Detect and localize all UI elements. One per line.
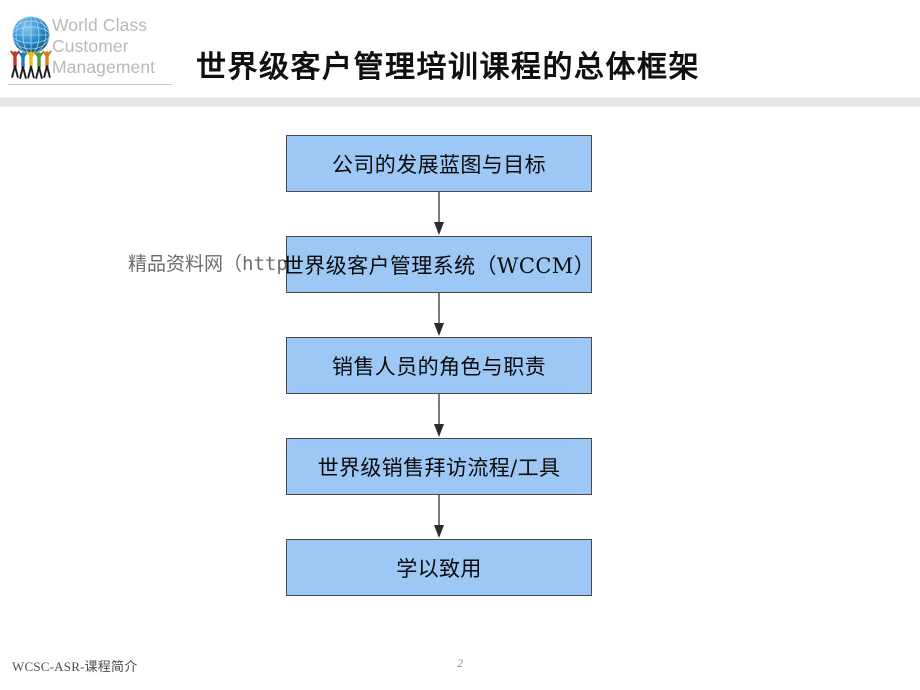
brand-wordmark-line-2: Customer: [52, 36, 129, 56]
flow-step-3[interactable]: 销售人员的角色与职责: [286, 337, 592, 394]
flow-step-1-label: 公司的发展蓝图与目标: [332, 152, 546, 177]
brand-wordmark-line-3: Management: [52, 57, 156, 77]
flow-step-1[interactable]: 公司的发展蓝图与目标: [286, 135, 592, 192]
process-flow-diagram: 公司的发展蓝图与目标 世界级客户管理系统（WCCM） 销售人员的角色与职责 世界…: [0, 105, 920, 630]
logo-underline-divider: [8, 84, 172, 85]
flow-step-5-label: 学以致用: [396, 556, 482, 581]
flow-step-4-label: 世界级销售拜访流程/工具: [317, 455, 561, 480]
brand-wordmark-line-1: World Class: [52, 15, 148, 35]
flow-step-4[interactable]: 世界级销售拜访流程/工具: [286, 438, 592, 495]
flow-arrow-2-to-3: [434, 293, 444, 336]
flow-arrow-1-to-2: [434, 192, 444, 235]
brand-logo: World Class Customer Management: [6, 12, 176, 90]
footer-page-number: 2: [457, 656, 463, 670]
flow-step-2-label: 世界级客户管理系统（WCCM）: [282, 253, 596, 278]
globe-logo-icon: [10, 16, 52, 79]
slide-header: World Class Customer Management 世界级客户管理培…: [0, 0, 920, 98]
flow-step-2[interactable]: 世界级客户管理系统（WCCM）: [282, 236, 596, 293]
brand-wordmark: World Class Customer Management: [52, 15, 176, 78]
flow-step-5[interactable]: 学以致用: [286, 539, 592, 596]
slide-title: 世界级客户管理培训课程的总体框架: [196, 50, 700, 85]
flow-step-3-label: 销售人员的角色与职责: [332, 354, 546, 379]
flow-arrow-4-to-5: [434, 495, 444, 538]
slide-footer: WCSC-ASR-课程简介 2: [0, 648, 920, 690]
flow-arrow-3-to-4: [434, 394, 444, 437]
